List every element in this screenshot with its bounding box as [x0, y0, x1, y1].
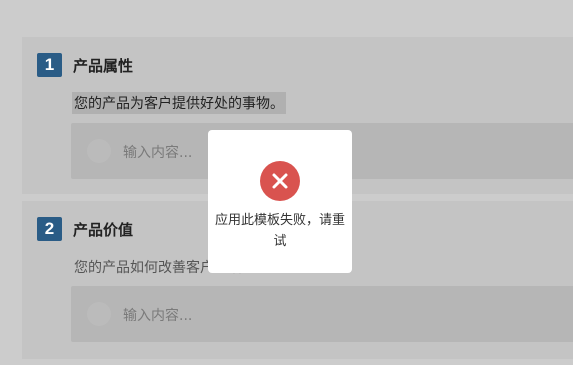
- input-placeholder: 输入内容...: [123, 308, 193, 324]
- error-message: 应用此模板失败，请重 试: [208, 210, 352, 252]
- content-input[interactable]: 输入内容...: [71, 286, 573, 342]
- avatar: [87, 139, 111, 163]
- section-title: 产品价值: [73, 221, 134, 239]
- avatar: [87, 302, 111, 326]
- section-number-badge: 2: [37, 217, 62, 241]
- error-x-icon: [260, 161, 300, 201]
- section-title: 产品属性: [73, 57, 134, 75]
- section-number-badge: 1: [37, 53, 62, 77]
- section-description: 您的产品为客户提供好处的事物。: [72, 92, 286, 114]
- input-placeholder: 输入内容...: [123, 145, 193, 161]
- error-toast: 应用此模板失败，请重 试: [208, 130, 352, 273]
- error-message-line-2: 试: [273, 234, 287, 249]
- error-message-line-1: 应用此模板失败，请重: [214, 213, 345, 228]
